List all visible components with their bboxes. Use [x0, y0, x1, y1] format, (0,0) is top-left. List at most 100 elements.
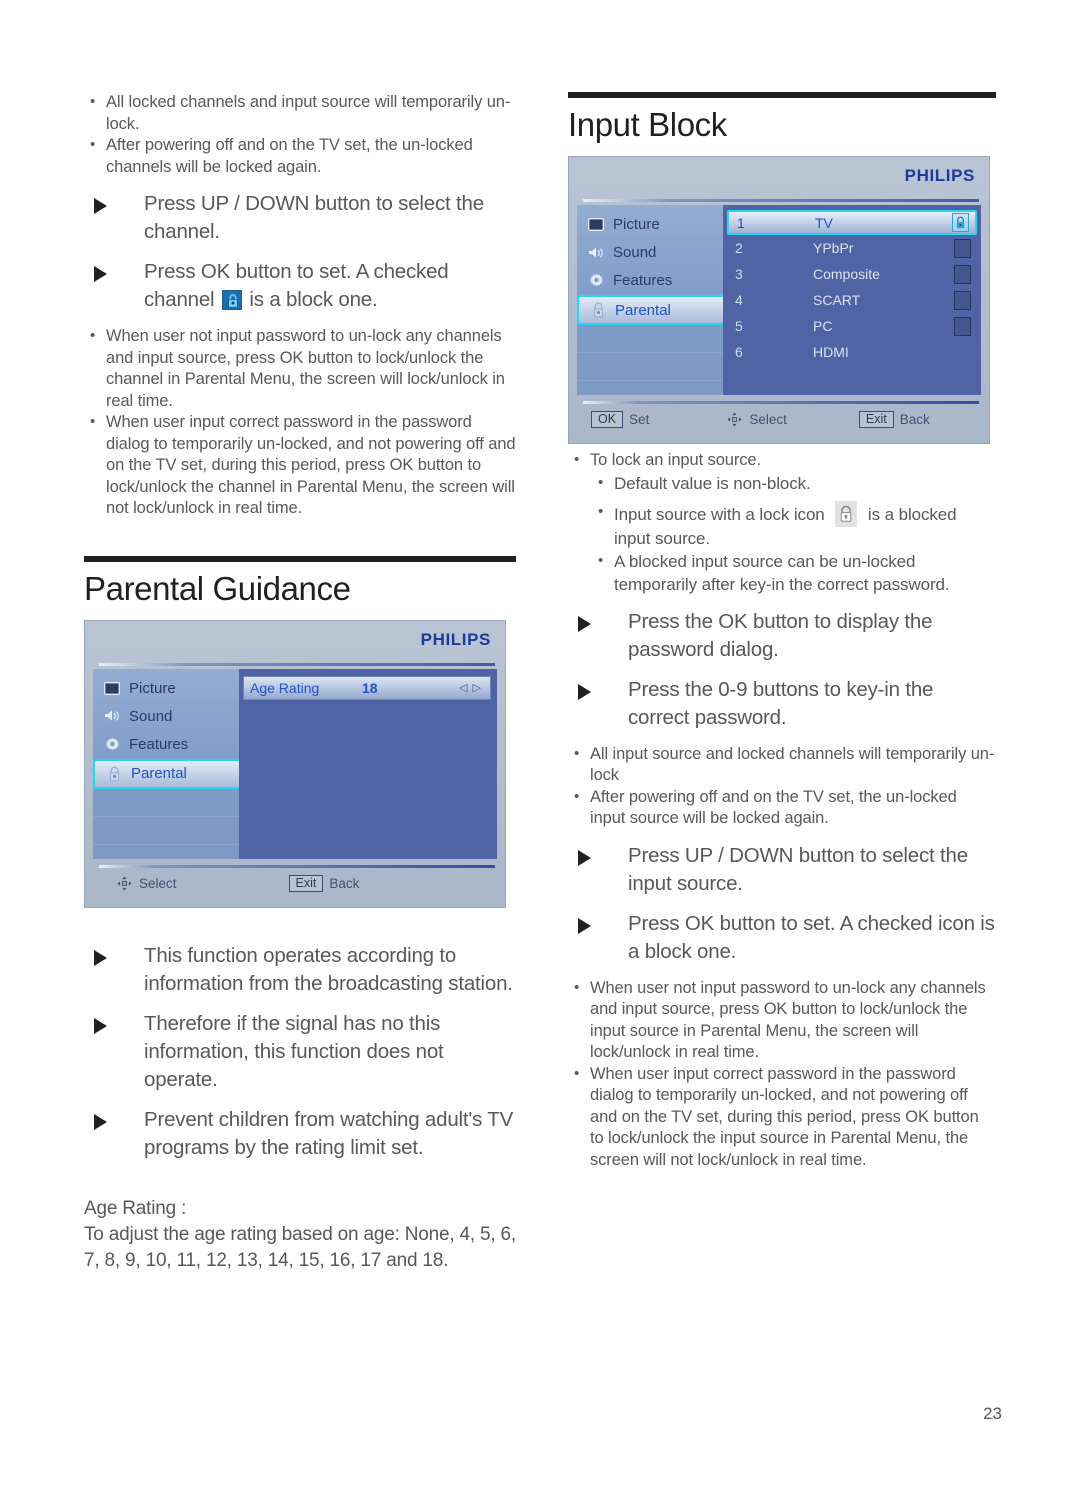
osd-footer-divider [99, 864, 495, 868]
osd-footer-bar: OK Set Select Exit Back [569, 395, 989, 443]
input-source-number: 4 [735, 292, 743, 308]
block-checkbox[interactable] [954, 316, 971, 336]
osd-top-divider [583, 199, 979, 202]
input-source-number: 2 [735, 240, 743, 256]
sidebar-item-parental[interactable]: Parental [577, 295, 725, 325]
sidebar-filler [93, 789, 239, 817]
padlock-icon [589, 302, 607, 318]
speaker-icon [587, 245, 605, 261]
speaker-icon [103, 708, 121, 724]
sidebar-item-features[interactable]: Features [93, 731, 239, 759]
sidebar-item-label: Picture [129, 679, 176, 697]
note-bullet: After powering off and on the TV set, th… [84, 134, 516, 178]
footer-hint-select: Select [117, 876, 177, 891]
input-source-row[interactable]: 6 HDMI [727, 339, 977, 365]
input-source-number: 5 [735, 318, 743, 334]
sidebar-item-sound[interactable]: Sound [577, 239, 723, 267]
left-column: All locked channels and input source wil… [84, 91, 516, 1274]
input-source-row[interactable]: 1 TV [727, 210, 977, 235]
input-source-row[interactable]: 5 PC [727, 313, 977, 339]
sidebar-item-features[interactable]: Features [577, 267, 723, 295]
osd-sidebar: Picture Sound Features Parental [93, 668, 241, 859]
lock-note-text-pre: Input source with a lock icon [614, 504, 825, 524]
padlock-icon [835, 500, 858, 527]
note-bullet: To lock an input source. [568, 449, 996, 472]
sidebar-item-label: Sound [129, 707, 173, 725]
instruction-arrow-item: Prevent children from watching adult's T… [84, 1106, 516, 1162]
nav-pad-icon [117, 876, 132, 891]
sidebar-item-label: Parental [615, 301, 671, 319]
footer-hint-label: Back [899, 412, 930, 427]
osd-footer-divider [583, 401, 979, 404]
note-bullet: When user not input password to un-lock … [568, 977, 996, 1064]
instruction-arrow-item: Press the OK button to display the passw… [568, 608, 996, 664]
age-rating-label: Age Rating [250, 679, 320, 696]
note-bullet: When user input correct password in the … [84, 411, 516, 520]
instruction-arrow-item: Press UP / DOWN button to select the inp… [568, 842, 996, 898]
sidebar-item-picture[interactable]: Picture [93, 675, 239, 703]
right-column: Input Block PHILIPS Picture Sound Featur… [568, 92, 996, 1171]
sidebar-item-label: Features [613, 272, 673, 289]
page-title: Input Block [568, 106, 727, 143]
manual-page: All locked channels and input source wil… [0, 0, 1080, 1509]
footer-hint-select: Select [727, 412, 787, 427]
footer-hint-label: Set [629, 412, 650, 427]
note-bullet: A blocked input source can be un-locked … [568, 549, 996, 596]
footer-hint-back: Exit Back [288, 874, 360, 892]
note-bullet: All locked channels and input source wil… [84, 91, 516, 135]
nav-pad-icon [727, 412, 742, 427]
input-source-name: TV [815, 214, 833, 231]
footer-hint-label: Select [749, 412, 787, 427]
section-input-block-header: Input Block [568, 92, 996, 150]
input-source-row[interactable]: 4 SCART [727, 287, 977, 313]
osd-footer-bar: Select Exit Back [85, 859, 505, 907]
note-bullet: When user not input password to un-lock … [84, 325, 516, 412]
input-source-number: 3 [735, 266, 743, 282]
osd-footer-hints: OK Set Select Exit Back [591, 411, 977, 428]
input-source-name: Composite [813, 266, 880, 282]
instruction-arrow-item: This function operates according to info… [84, 942, 516, 998]
age-rating-row[interactable]: Age Rating 18 ◁ ▷ [243, 675, 491, 700]
left-right-arrows-icon[interactable]: ◁ ▷ [459, 681, 482, 694]
input-source-name: PC [813, 318, 833, 334]
sidebar-item-label: Sound [613, 244, 657, 261]
input-source-name: HDMI [813, 344, 849, 360]
input-source-row[interactable]: 2 YPbPr [727, 235, 977, 261]
input-source-name: SCART [813, 292, 861, 308]
osd-top-bar: PHILIPS [85, 621, 505, 669]
block-checkbox[interactable] [954, 238, 971, 258]
sidebar-item-label: Picture [613, 216, 660, 233]
note-bullet: After powering off and on the TV set, th… [568, 786, 996, 830]
sidebar-filler [93, 817, 239, 845]
age-rating-heading: Age Rating : [84, 1197, 187, 1219]
sidebar-item-picture[interactable]: Picture [577, 211, 723, 239]
osd-top-divider [99, 662, 495, 666]
ok-key-badge: OK [591, 411, 624, 428]
osd-footer-hints: Select Exit Back [107, 874, 493, 892]
block-checkbox[interactable] [954, 290, 971, 310]
note-bullet: Default value is non-block. [568, 471, 996, 495]
instruction-text-part2: channel [144, 288, 215, 311]
sidebar-item-sound[interactable]: Sound [93, 703, 239, 731]
padlock-icon [105, 766, 123, 782]
input-source-number: 1 [737, 214, 745, 231]
age-rating-description: To adjust the age rating based on age: N… [84, 1223, 516, 1271]
philips-logo: PHILIPS [904, 166, 975, 185]
osd-main-panel: Age Rating 18 ◁ ▷ [239, 668, 497, 859]
osd-input-list: 1 TV 2 YPbPr 3 Composite 4 SCART 5 PC 6 … [723, 205, 981, 395]
age-rating-value: 18 [362, 679, 378, 696]
osd-sidebar: Picture Sound Features Parental [577, 205, 725, 395]
padlock-icon [221, 290, 242, 310]
instruction-arrow-item: Press UP / DOWN button to select the cha… [84, 190, 516, 246]
page-number: 23 [983, 1404, 1002, 1423]
footer-hint-label: Back [329, 875, 360, 891]
lock-checkbox-icon[interactable] [952, 213, 969, 232]
input-source-number: 6 [735, 344, 743, 360]
block-checkbox[interactable] [954, 264, 971, 284]
input-source-row[interactable]: 3 Composite [727, 261, 977, 287]
instruction-arrow-item: Press the 0-9 buttons to key-in the corr… [568, 676, 996, 732]
sidebar-item-label: Parental [131, 765, 187, 782]
input-block-osd-screenshot: PHILIPS Picture Sound Features Parental … [568, 156, 990, 444]
instruction-text-part1: Press OK button to set. A checked [144, 260, 449, 283]
sidebar-item-parental[interactable]: Parental [93, 758, 241, 789]
